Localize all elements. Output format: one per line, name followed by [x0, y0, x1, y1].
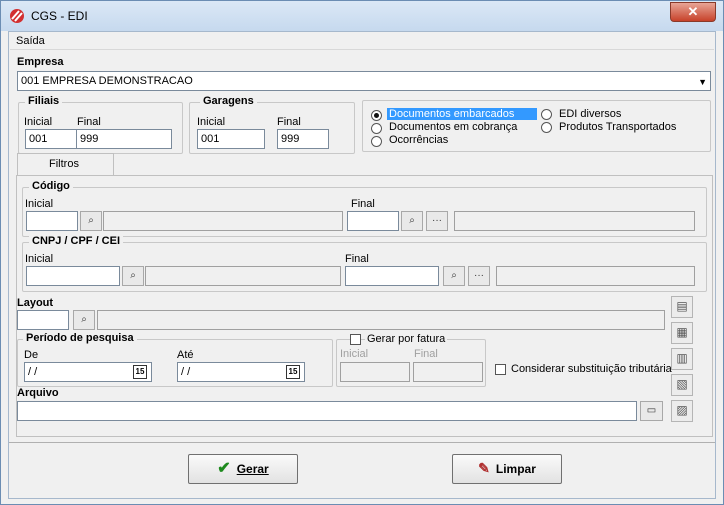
radio-ocorrencias[interactable] [371, 136, 382, 147]
radio-docs-cobranca-label[interactable]: Documentos em cobrança [389, 121, 517, 133]
cnpj-inicial-label: Inicial [25, 253, 54, 265]
filiais-final-input[interactable]: 999 [76, 129, 172, 149]
filtros-panel: Código Inicial ⌕ Final ⌕ ··· CNPJ / CPF … [16, 175, 713, 437]
garagens-group: Garagens Inicial 001 Final 999 [189, 95, 355, 154]
cnpj-group: CNPJ / CPF / CEI Inicial ⌕ Final ⌕ ··· [22, 235, 707, 292]
radio-docs-embarcados-label[interactable]: Documentos embarcados [387, 108, 537, 120]
title-bar: CGS - EDI ✕ [1, 1, 723, 31]
app-logo-icon [9, 8, 25, 27]
gerar-button[interactable]: ✔ Gerar [188, 454, 298, 484]
periodo-group: Período de pesquisa De / / 15 Até / / 15 [17, 332, 333, 387]
arquivo-input[interactable] [17, 401, 637, 421]
gerar-fatura-label[interactable]: Gerar por fatura [365, 333, 448, 345]
fatura-inicial-label: Inicial [340, 348, 369, 360]
gerar-fatura-checkbox[interactable] [350, 334, 361, 345]
empresa-label: Empresa [17, 56, 64, 68]
eraser-icon: ✎ [478, 460, 490, 476]
codigo-inicial-label: Inicial [25, 198, 54, 210]
window-title: CGS - EDI [31, 9, 88, 23]
garagens-title: Garagens [200, 95, 257, 107]
garagens-inicial-label: Inicial [197, 116, 226, 128]
empresa-value: 001 EMPRESA DEMONSTRACAO [21, 75, 193, 87]
ellipsis-button[interactable]: ··· [426, 211, 448, 231]
footer-divider [9, 442, 715, 443]
garagens-final-input[interactable]: 999 [277, 129, 329, 149]
cnpj-final-label: Final [345, 253, 369, 265]
printer-icon[interactable]: ▥ [671, 348, 693, 370]
filiais-inicial-label: Inicial [24, 116, 53, 128]
copy-icon[interactable]: ▦ [671, 322, 693, 344]
radio-docs-embarcados[interactable] [371, 110, 382, 121]
radio-edi-diversos[interactable] [541, 109, 552, 120]
empresa-select[interactable]: 001 EMPRESA DEMONSTRACAO ▼ [17, 71, 711, 91]
limpar-button[interactable]: ✎ Limpar [452, 454, 562, 484]
binoculars-icon[interactable]: ⌕ [73, 310, 95, 330]
folder-open-icon[interactable]: ▭ [640, 401, 663, 421]
filiais-title: Filiais [25, 95, 63, 107]
import-icon[interactable]: ▨ [671, 400, 693, 422]
radio-produtos[interactable] [541, 122, 552, 133]
codigo-final-input[interactable] [347, 211, 399, 231]
limpar-button-label: Limpar [495, 462, 536, 476]
filiais-group: Filiais Inicial 001 Final 999 [18, 95, 183, 154]
checkmark-icon: ✔ [217, 460, 231, 477]
cnpj-title: CNPJ / CPF / CEI [29, 235, 124, 247]
filiais-final-label: Final [77, 116, 101, 128]
layout-input[interactable] [17, 310, 69, 330]
periodo-ate-label: Até [177, 349, 194, 361]
fatura-inicial-input [340, 362, 410, 382]
codigo-inicial-desc [103, 211, 343, 231]
substituicao-label[interactable]: Considerar substituição tributária [511, 363, 672, 375]
cnpj-final-desc [496, 266, 695, 286]
codigo-inicial-input[interactable] [26, 211, 78, 231]
calendar-icon[interactable]: 15 [286, 365, 300, 379]
codigo-final-label: Final [351, 198, 375, 210]
cnpj-inicial-input[interactable] [26, 266, 120, 286]
export-icon[interactable]: ▧ [671, 374, 693, 396]
fatura-final-label: Final [414, 348, 438, 360]
close-button[interactable]: ✕ [670, 2, 716, 22]
tab-filtros[interactable]: Filtros [17, 153, 114, 175]
edi-window: CGS - EDI ✕ Saída Empresa 001 EMPRESA DE… [0, 0, 724, 505]
menu-saida[interactable]: Saída [16, 35, 45, 47]
gerar-button-label: Gerar [236, 462, 269, 476]
fatura-final-input [413, 362, 483, 382]
periodo-title: Período de pesquisa [23, 332, 137, 344]
layout-label: Layout [17, 297, 54, 309]
cnpj-final-input[interactable] [345, 266, 439, 286]
layout-desc [97, 310, 665, 330]
calendar-icon[interactable]: 15 [133, 365, 147, 379]
cnpj-inicial-desc [145, 266, 341, 286]
binoculars-icon[interactable]: ⌕ [122, 266, 144, 286]
codigo-title: Código [29, 180, 73, 192]
codigo-final-desc [454, 211, 695, 231]
form-area: Saída Empresa 001 EMPRESA DEMONSTRACAO ▼… [8, 31, 716, 499]
menu-bar: Saída [10, 33, 714, 50]
arquivo-label: Arquivo [17, 387, 59, 399]
garagens-final-label: Final [277, 116, 301, 128]
chevron-down-icon[interactable]: ▼ [698, 75, 707, 89]
binoculars-icon[interactable]: ⌕ [80, 211, 102, 231]
doc-type-group: Documentos embarcados Documentos em cobr… [362, 100, 711, 152]
radio-docs-cobranca[interactable] [371, 123, 382, 134]
binoculars-icon[interactable]: ⌕ [401, 211, 423, 231]
binoculars-icon[interactable]: ⌕ [443, 266, 465, 286]
periodo-de-label: De [24, 349, 39, 361]
document-icon[interactable]: ▤ [671, 296, 693, 318]
codigo-group: Código Inicial ⌕ Final ⌕ ··· [22, 180, 707, 237]
tab-filtros-label: Filtros [49, 158, 79, 170]
radio-ocorrencias-label[interactable]: Ocorrências [389, 134, 448, 146]
substituicao-checkbox[interactable] [495, 364, 506, 375]
ellipsis-button[interactable]: ··· [468, 266, 490, 286]
radio-edi-diversos-label[interactable]: EDI diversos [559, 108, 621, 120]
radio-produtos-label[interactable]: Produtos Transportados [559, 121, 676, 133]
garagens-inicial-input[interactable]: 001 [197, 129, 265, 149]
fatura-group: Gerar por fatura Inicial Final [336, 333, 486, 387]
